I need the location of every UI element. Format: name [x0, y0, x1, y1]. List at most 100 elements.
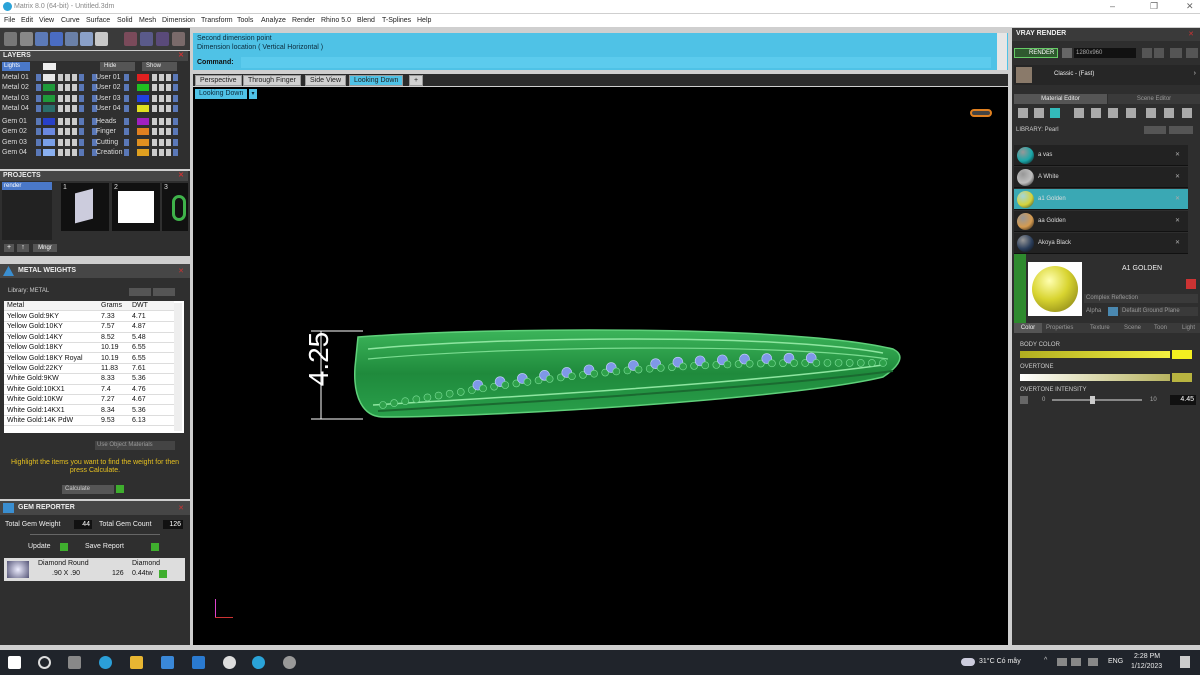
- table-row[interactable]: Yellow Gold:9KY 7.33 4.71: [4, 312, 174, 323]
- pearl-icon[interactable]: [1050, 108, 1060, 118]
- menu-dimension[interactable]: Dimension: [162, 17, 195, 24]
- matrix-app-icon[interactable]: [252, 656, 265, 669]
- layer-row[interactable]: Heads: [92, 117, 184, 126]
- maximize-icon[interactable]: ❐: [1150, 1, 1158, 12]
- save-report-button[interactable]: Save Report: [85, 543, 124, 550]
- visibility-icon[interactable]: [72, 118, 77, 125]
- layer-row[interactable]: Creation: [92, 148, 184, 157]
- resolution-field[interactable]: 1280x960: [1074, 48, 1136, 58]
- table-row[interactable]: White Gold:10KW 7.27 4.67: [4, 395, 174, 406]
- add-project-icon[interactable]: +: [4, 244, 14, 252]
- eye-icon[interactable]: [65, 74, 70, 81]
- eye-icon[interactable]: [159, 104, 164, 112]
- eye-icon[interactable]: [65, 104, 70, 112]
- eye-icon[interactable]: [159, 148, 164, 156]
- library-button[interactable]: [129, 288, 151, 296]
- chevron-up-icon[interactable]: ^: [1044, 657, 1047, 664]
- layer-toggle-icon[interactable]: [36, 94, 41, 102]
- chevron-right-icon[interactable]: ›: [1194, 70, 1196, 77]
- eye-icon[interactable]: [65, 148, 70, 156]
- table-row[interactable]: White Gold:10KX1 7.4 4.76: [4, 385, 174, 396]
- visibility-icon[interactable]: [166, 118, 171, 125]
- gem-icon[interactable]: [1034, 108, 1044, 118]
- check-tool-icon[interactable]: [80, 32, 93, 46]
- layer-toggle-icon[interactable]: [124, 128, 129, 136]
- layer-row[interactable]: Gem 04: [2, 148, 92, 157]
- eye-icon[interactable]: [159, 94, 164, 102]
- project-item[interactable]: render: [2, 182, 52, 190]
- tab-scene-editor[interactable]: Scene Editor: [1108, 94, 1200, 104]
- layer-color-swatch[interactable]: [137, 84, 149, 92]
- layer-row[interactable]: Gem 01: [2, 117, 92, 126]
- layer-row[interactable]: User 02: [92, 83, 184, 92]
- next-icon[interactable]: [1154, 48, 1164, 58]
- table-row[interactable]: White Gold:14K PdW 9.53 6.13: [4, 416, 174, 427]
- visibility-icon[interactable]: [166, 104, 171, 112]
- gem-row[interactable]: Diamond Round Diamond .90 X .90 126 0.44…: [4, 558, 185, 581]
- overtone-swatch[interactable]: [1172, 373, 1192, 382]
- project-thumb-1[interactable]: 1: [61, 183, 109, 231]
- lights-swatch[interactable]: [43, 63, 56, 70]
- lock-icon[interactable]: [152, 128, 157, 136]
- layer-menu-icon[interactable]: [173, 118, 178, 125]
- eye-icon[interactable]: [65, 138, 70, 146]
- layer-menu-icon[interactable]: [79, 74, 84, 81]
- menu-mesh[interactable]: Mesh: [139, 17, 156, 24]
- layer-menu-icon[interactable]: [79, 148, 84, 156]
- drop-icon[interactable]: [1018, 108, 1028, 118]
- visibility-icon[interactable]: [166, 148, 171, 156]
- menu-tools[interactable]: Tools: [237, 17, 253, 24]
- texture-icon[interactable]: [1091, 108, 1101, 118]
- prev-icon[interactable]: [1142, 48, 1152, 58]
- lock-icon[interactable]: [152, 138, 157, 146]
- tab-through-finger[interactable]: Through Finger: [243, 75, 301, 86]
- layers-tool-icon[interactable]: [95, 32, 108, 46]
- layer-color-swatch[interactable]: [43, 74, 55, 81]
- filter-tool-icon[interactable]: [65, 32, 78, 46]
- lock-icon[interactable]: [58, 118, 63, 125]
- metal-icon[interactable]: [1074, 108, 1084, 118]
- layer-toggle-icon[interactable]: [36, 138, 41, 146]
- layer-toggle-icon[interactable]: [124, 138, 129, 146]
- layer-toggle-icon[interactable]: [36, 104, 41, 112]
- layer-row[interactable]: Metal 04: [2, 104, 92, 113]
- layer-menu-icon[interactable]: [79, 138, 84, 146]
- layer-menu-icon[interactable]: [173, 104, 178, 112]
- lock-icon[interactable]: [152, 84, 157, 92]
- lock-icon[interactable]: [152, 104, 157, 112]
- table-row[interactable]: Yellow Gold:22KY 11.83 7.61: [4, 364, 174, 375]
- visibility-icon[interactable]: [72, 148, 77, 156]
- calculate-button[interactable]: Calculate: [62, 485, 114, 494]
- layer-color-swatch[interactable]: [43, 94, 55, 102]
- volume-icon[interactable]: [1071, 658, 1081, 666]
- windows-start-icon[interactable]: [8, 656, 21, 669]
- clock-time[interactable]: 2:28 PM: [1134, 653, 1160, 660]
- lock-icon[interactable]: [58, 74, 63, 81]
- table-row[interactable]: Yellow Gold:10KY 7.57 4.87: [4, 322, 174, 333]
- lights-label[interactable]: Lights: [2, 62, 30, 71]
- calculate-go-icon[interactable]: [116, 485, 124, 493]
- visibility-icon[interactable]: [72, 104, 77, 112]
- layer-row[interactable]: User 03: [92, 94, 184, 103]
- layer-menu-icon[interactable]: [79, 84, 84, 92]
- body-color-swatch[interactable]: [1172, 350, 1192, 359]
- close-icon[interactable]: ✕: [178, 171, 184, 181]
- layer-menu-icon[interactable]: [173, 138, 178, 146]
- task-view-icon[interactable]: [68, 656, 81, 669]
- layer-menu-icon[interactable]: [173, 128, 178, 136]
- layer-menu-icon[interactable]: [79, 104, 84, 112]
- tab-perspective[interactable]: Perspective: [195, 75, 242, 86]
- command-scrollbar[interactable]: [997, 33, 1007, 70]
- layer-row[interactable]: Metal 01: [2, 73, 92, 82]
- layer-menu-icon[interactable]: [79, 118, 84, 125]
- layer-toggle-icon[interactable]: [124, 94, 129, 102]
- layer-color-swatch[interactable]: [43, 148, 55, 156]
- menu-file[interactable]: File: [4, 17, 15, 24]
- menu-transform[interactable]: Transform: [201, 17, 233, 24]
- tab-toon[interactable]: Toon: [1154, 323, 1167, 333]
- command-input[interactable]: [241, 57, 991, 68]
- layer-color-swatch[interactable]: [137, 74, 149, 81]
- layer-toggle-icon[interactable]: [124, 74, 129, 81]
- menu-view[interactable]: View: [39, 17, 54, 24]
- layer-row[interactable]: Cutting: [92, 138, 184, 147]
